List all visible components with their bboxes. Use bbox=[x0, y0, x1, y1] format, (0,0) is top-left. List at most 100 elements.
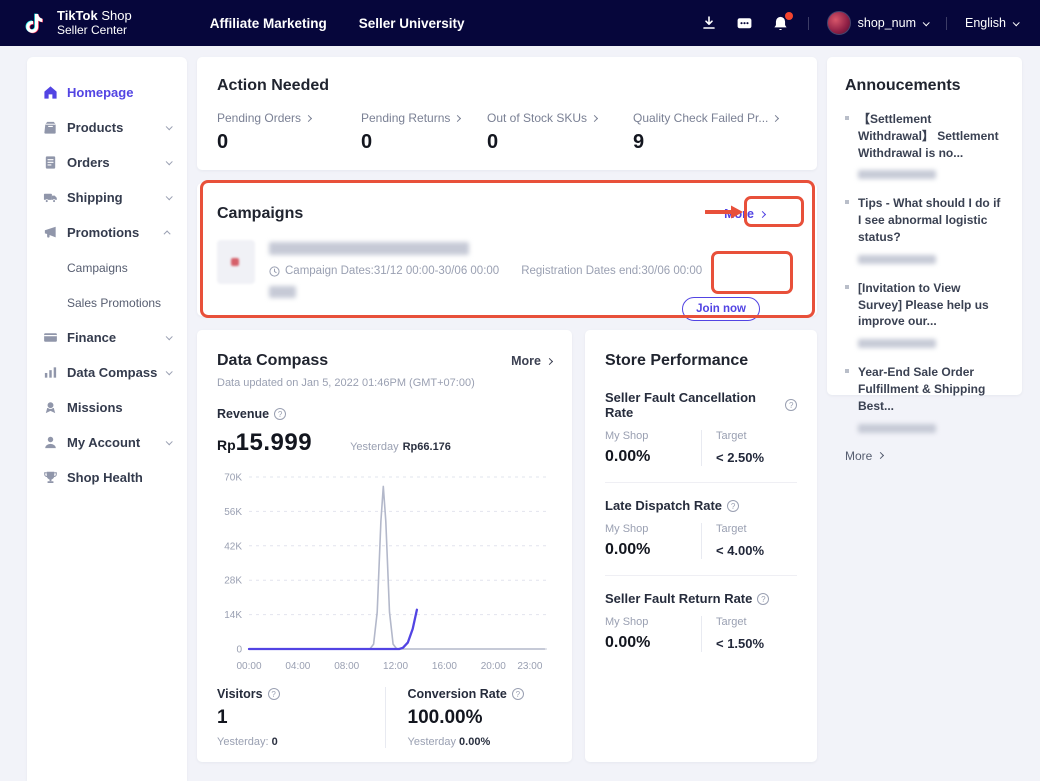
data-compass-card: Data Compass More Data updated on Jan 5,… bbox=[197, 330, 572, 762]
question-icon[interactable]: ? bbox=[727, 500, 739, 512]
svg-text:08:00: 08:00 bbox=[334, 661, 359, 672]
svg-text:16:00: 16:00 bbox=[432, 661, 457, 672]
data-updated-timestamp: Data updated on Jan 5, 2022 01:46PM (GMT… bbox=[217, 377, 552, 389]
announcement-item[interactable]: Tips - What should I do if I see abnorma… bbox=[845, 195, 1004, 263]
download-icon[interactable] bbox=[700, 14, 718, 32]
divider bbox=[605, 575, 797, 576]
bullet-icon bbox=[845, 369, 849, 373]
announcement-item[interactable]: Year-End Sale Order Fulfillment & Shippi… bbox=[845, 364, 1004, 432]
conversion-rate-yesterday: Yesterday0.00% bbox=[408, 736, 553, 748]
chevron-right-icon bbox=[305, 114, 312, 121]
out-of-stock-link[interactable]: Out of Stock SKUs bbox=[487, 111, 633, 125]
announcement-date-redacted bbox=[858, 424, 936, 433]
conversion-rate-label: Conversion Rate ? bbox=[408, 687, 553, 701]
chevron-right-icon bbox=[546, 357, 553, 364]
question-icon[interactable]: ? bbox=[757, 593, 769, 605]
visitors-yesterday: Yesterday:0 bbox=[217, 736, 385, 748]
shop-account-menu[interactable]: shop_num bbox=[827, 11, 928, 35]
products-box-icon bbox=[43, 120, 58, 135]
join-now-button[interactable]: Join now bbox=[682, 297, 760, 321]
finance-card-icon bbox=[43, 330, 58, 345]
nav-divider bbox=[808, 17, 809, 30]
sidebar-item-shop-health[interactable]: Shop Health bbox=[27, 460, 187, 495]
tiktok-note-icon bbox=[22, 9, 49, 36]
question-icon[interactable]: ? bbox=[268, 688, 280, 700]
tiktok-logo[interactable]: TikTok Shop Seller Center bbox=[22, 9, 132, 36]
orders-document-icon bbox=[43, 155, 58, 170]
divider bbox=[605, 482, 797, 483]
chevron-down-icon bbox=[166, 368, 173, 375]
sidebar-item-data-compass[interactable]: Data Compass bbox=[27, 355, 187, 390]
svg-text:28K: 28K bbox=[224, 576, 242, 587]
chevron-down-icon bbox=[923, 19, 930, 26]
data-compass-title: Data Compass bbox=[217, 352, 328, 370]
language-selector[interactable]: English bbox=[965, 16, 1018, 30]
store-performance-card: Store Performance Seller Fault Cancellat… bbox=[585, 330, 817, 762]
notifications-bell-icon[interactable] bbox=[772, 14, 790, 32]
bullet-icon bbox=[845, 285, 849, 289]
sidebar-item-orders[interactable]: Orders bbox=[27, 145, 187, 180]
svg-text:00:00: 00:00 bbox=[236, 661, 261, 672]
revenue-currency: Rp bbox=[217, 437, 236, 453]
pending-returns-link[interactable]: Pending Returns bbox=[361, 111, 487, 125]
quality-check-failed-link[interactable]: Quality Check Failed Pr... bbox=[633, 111, 797, 125]
chevron-right-icon bbox=[759, 210, 766, 217]
home-icon bbox=[43, 85, 58, 100]
sidebar: Homepage Products Orders Shipping Promot… bbox=[27, 57, 187, 781]
chevron-right-icon bbox=[772, 114, 779, 121]
svg-text:04:00: 04:00 bbox=[285, 661, 310, 672]
svg-text:42K: 42K bbox=[224, 541, 242, 552]
chat-icon[interactable] bbox=[736, 14, 754, 32]
pending-returns-stat: Pending Returns 0 bbox=[361, 111, 487, 154]
logo-text: TikTok Shop Seller Center bbox=[57, 9, 132, 36]
nav-seller-university[interactable]: Seller University bbox=[359, 16, 465, 31]
sidebar-item-products[interactable]: Products bbox=[27, 110, 187, 145]
announcement-date-redacted bbox=[858, 255, 936, 264]
announcements-more-button[interactable]: More bbox=[845, 449, 1004, 463]
quality-check-failed-stat: Quality Check Failed Pr... 9 bbox=[633, 111, 797, 154]
late-dispatch-metric: Late Dispatch Rate? My Shop0.00% Target<… bbox=[605, 498, 797, 559]
bullet-icon bbox=[845, 116, 849, 120]
person-icon bbox=[43, 435, 58, 450]
announcement-item[interactable]: 【Settlement Withdrawal】 Settlement Withd… bbox=[845, 111, 1004, 179]
chevron-down-icon bbox=[166, 193, 173, 200]
chevron-right-icon bbox=[591, 114, 598, 121]
visitors-label: Visitors ? bbox=[217, 687, 385, 701]
registration-dates: Registration Dates end:30/06 00:00 bbox=[521, 265, 702, 277]
sidebar-item-promotions[interactable]: Promotions bbox=[27, 215, 187, 250]
sidebar-item-shipping[interactable]: Shipping bbox=[27, 180, 187, 215]
svg-text:0: 0 bbox=[236, 645, 242, 656]
campaigns-title: Campaigns bbox=[217, 205, 303, 223]
data-compass-more-button[interactable]: More bbox=[511, 354, 552, 368]
sidebar-item-homepage[interactable]: Homepage bbox=[27, 75, 187, 110]
pending-orders-link[interactable]: Pending Orders bbox=[217, 111, 361, 125]
question-icon[interactable]: ? bbox=[274, 408, 286, 420]
sidebar-item-sales-promotions[interactable]: Sales Promotions bbox=[27, 285, 187, 320]
nav-affiliate-marketing[interactable]: Affiliate Marketing bbox=[210, 16, 327, 31]
sidebar-item-my-account[interactable]: My Account bbox=[27, 425, 187, 460]
visitors-value: 1 bbox=[217, 707, 385, 729]
shop-name: shop_num bbox=[858, 16, 916, 30]
sidebar-item-campaigns[interactable]: Campaigns bbox=[27, 250, 187, 285]
visitors-stat: Visitors ? 1 Yesterday:0 bbox=[217, 687, 385, 748]
campaign-list-item[interactable]: Campaign Dates:31/12 00:00-30/06 00:00 R… bbox=[217, 240, 797, 298]
medal-icon bbox=[43, 400, 58, 415]
svg-text:23:00: 23:00 bbox=[517, 661, 542, 672]
campaign-dates: Campaign Dates:31/12 00:00-30/06 00:00 bbox=[269, 265, 499, 277]
sidebar-item-finance[interactable]: Finance bbox=[27, 320, 187, 355]
chevron-down-icon bbox=[166, 158, 173, 165]
announcements-card: Annoucements 【Settlement Withdrawal】 Set… bbox=[827, 57, 1022, 395]
chevron-right-icon bbox=[454, 114, 461, 121]
announcements-title: Annoucements bbox=[845, 77, 1004, 95]
trophy-icon bbox=[43, 470, 58, 485]
sidebar-item-missions[interactable]: Missions bbox=[27, 390, 187, 425]
svg-text:14K: 14K bbox=[224, 610, 242, 621]
svg-text:56K: 56K bbox=[224, 507, 242, 518]
announcement-item[interactable]: [Invitation to View Survey] Please help … bbox=[845, 280, 1004, 348]
action-needed-card: Action Needed Pending Orders 0 Pending R… bbox=[197, 57, 817, 170]
out-of-stock-stat: Out of Stock SKUs 0 bbox=[487, 111, 633, 154]
top-navbar: TikTok Shop Seller Center Affiliate Mark… bbox=[0, 0, 1040, 46]
question-icon[interactable]: ? bbox=[785, 399, 797, 411]
question-icon[interactable]: ? bbox=[512, 688, 524, 700]
announcement-date-redacted bbox=[858, 170, 936, 179]
